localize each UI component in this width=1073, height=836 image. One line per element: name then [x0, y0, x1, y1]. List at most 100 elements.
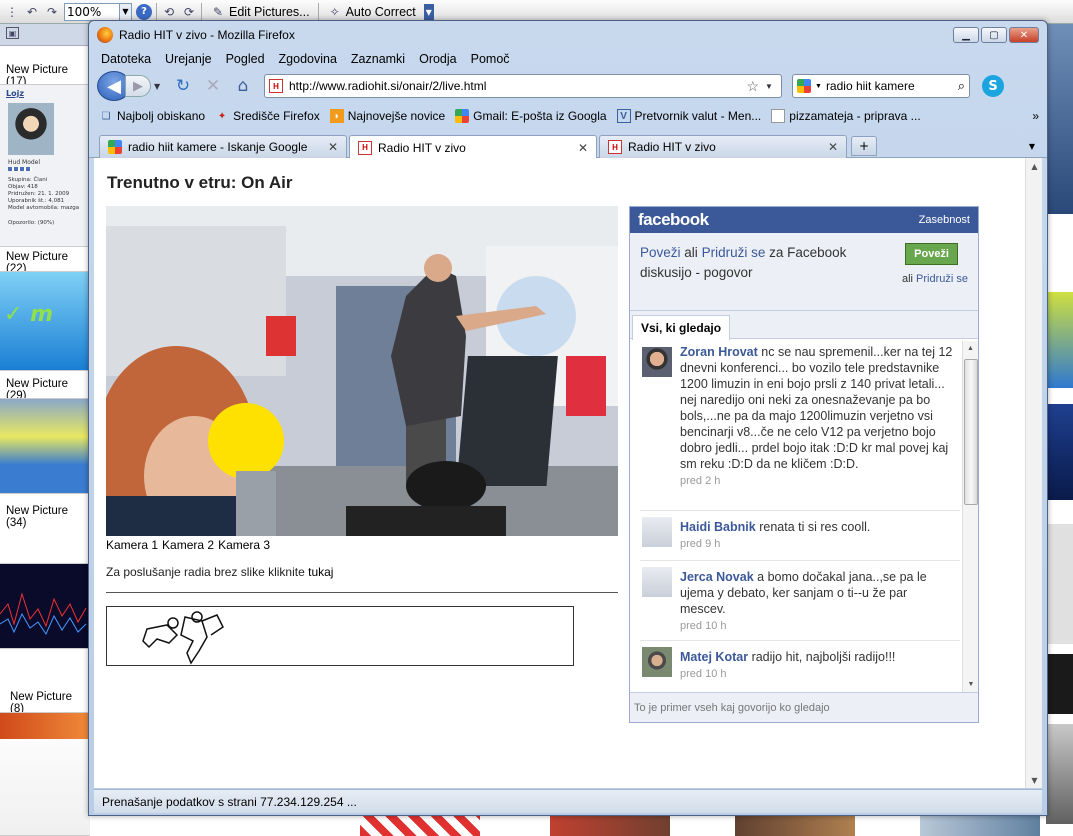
picture-thumbnail[interactable] [0, 712, 90, 836]
avatar[interactable] [642, 567, 672, 597]
url-bar[interactable]: H http://www.radiohit.si/onair/2/live.ht… [264, 74, 782, 98]
chevron-down-icon[interactable]: ▼ [120, 2, 132, 21]
edit-pictures-button[interactable]: ✎ Edit Pictures... [206, 2, 314, 22]
comment-author[interactable]: Jerca Novak [680, 570, 754, 584]
search-engine-dropdown-icon[interactable]: ▼ [815, 83, 822, 90]
home-icon[interactable]: ⌂ [230, 74, 256, 98]
url-text[interactable]: http://www.radiohit.si/onair/2/live.html [289, 79, 740, 93]
close-tab-icon[interactable]: ✕ [828, 140, 838, 154]
picture-thumbnail[interactable] [1046, 292, 1073, 388]
picture-thumbnail[interactable] [1046, 404, 1073, 500]
menu-file[interactable]: Datoteka [101, 52, 151, 66]
camera-2-link[interactable]: Kamera 2 [162, 538, 214, 552]
camera-1-link[interactable]: Kamera 1 [106, 538, 158, 552]
scrollbar-thumb[interactable] [964, 359, 978, 505]
avatar[interactable] [642, 647, 672, 677]
tab-radio-hit-active[interactable]: H Radio HIT v zivo ✕ [349, 135, 597, 159]
join-link[interactable]: Pridruži se [702, 245, 766, 260]
scroll-up-icon[interactable]: ▲ [963, 341, 978, 357]
google-icon[interactable] [797, 79, 811, 93]
camera-3-link[interactable]: Kamera 3 [218, 538, 270, 552]
maximize-button[interactable]: ▢ [981, 27, 1007, 43]
comment-author[interactable]: Haidi Babnik [680, 520, 756, 534]
scroll-down-icon[interactable]: ▼ [963, 677, 979, 693]
picture-thumbnail[interactable] [1046, 654, 1073, 714]
search-bar[interactable]: ▼ radio hiit kamere ⌕ [792, 74, 970, 98]
picture-thumbnail[interactable] [1046, 24, 1073, 214]
bookmark-gmail[interactable]: Gmail: E-pošta iz Googla [455, 109, 607, 123]
bookmark-star-icon[interactable]: ☆ [746, 78, 759, 95]
connect-button[interactable]: Poveži [905, 243, 958, 265]
picture-thumbnail[interactable] [1046, 724, 1073, 824]
minimize-button[interactable]: ▁ [953, 27, 979, 43]
skype-icon[interactable]: S [982, 75, 1004, 97]
scroll-up-icon[interactable]: ▲ [1026, 158, 1042, 174]
or-join-prefix: ali [901, 273, 913, 285]
picture-thumbnail[interactable] [550, 816, 670, 836]
forward-button[interactable]: ▶ [125, 75, 151, 97]
bookmarks-overflow-icon[interactable]: » [1032, 109, 1039, 123]
ad-banner[interactable] [106, 606, 574, 666]
comment-feed: Zoran Hrovat nc se nau spremenil...ker n… [630, 341, 978, 693]
live-camera-image[interactable] [106, 206, 618, 536]
rotate-left-icon[interactable]: ⟲ [161, 4, 177, 20]
stop-icon[interactable]: ✕ [200, 74, 226, 98]
search-input[interactable]: radio hiit kamere [826, 79, 954, 93]
auto-correct-button[interactable]: ✧ Auto Correct [323, 2, 420, 22]
bookmark-pizzamateja[interactable]: pizzamateja - priprava ... [771, 109, 921, 123]
menu-view[interactable]: Pogled [226, 52, 265, 66]
scroll-down-icon[interactable]: ▼ [1026, 772, 1042, 788]
tab-radio-hit[interactable]: H Radio HIT v zivo ✕ [599, 135, 847, 158]
picture-label[interactable]: New Picture (34) [6, 505, 89, 529]
connect-link[interactable]: Poveži [640, 245, 681, 260]
bookmark-latest-news[interactable]: ◗ Najnovejše novice [329, 109, 445, 123]
picture-thumbnail[interactable] [0, 398, 90, 494]
comment-body: Matej Kotar radijo hit, najboljši radijo… [680, 649, 956, 682]
close-window-button[interactable]: ✕ [1009, 27, 1039, 43]
history-dropdown-icon[interactable]: ▼ [154, 82, 166, 91]
tab-all-watching[interactable]: Vsi, ki gledajo [632, 315, 731, 340]
undo-icon[interactable]: ↶ [24, 4, 40, 20]
bookmark-firefox-hub[interactable]: ✦ Središče Firefox [215, 109, 320, 123]
search-icon[interactable]: ⌕ [958, 78, 969, 94]
menu-help[interactable]: Pomoč [471, 52, 510, 66]
close-tab-icon[interactable]: ✕ [328, 140, 338, 154]
redo-icon[interactable]: ↷ [44, 4, 60, 20]
listen-here-link[interactable]: tukaj [308, 565, 333, 579]
url-dropdown-icon[interactable]: ▼ [765, 82, 781, 91]
comment-scrollbar[interactable]: ▲ ▼ [962, 341, 978, 693]
tab-google-search[interactable]: radio hiit kamere - Iskanje Google ✕ [99, 135, 347, 158]
rotate-right-icon[interactable]: ⟳ [181, 4, 197, 20]
picture-thumbnail[interactable] [360, 816, 480, 836]
menu-bookmarks[interactable]: Zaznamki [351, 52, 405, 66]
picture-thumbnail[interactable] [1046, 524, 1073, 644]
tab-list-dropdown-icon[interactable]: ▼ [1023, 136, 1041, 156]
facebook-logo[interactable]: facebook [638, 210, 709, 230]
or-join-link[interactable]: Pridruži se [916, 273, 968, 285]
privacy-link[interactable]: Zasebnost [919, 214, 970, 226]
picture-thumbnail[interactable] [920, 816, 1040, 836]
close-tab-icon[interactable]: ✕ [578, 141, 588, 155]
toolbar-options-icon[interactable]: ▾ [423, 3, 434, 20]
menu-history[interactable]: Zgodovina [279, 52, 337, 66]
avatar[interactable] [642, 347, 672, 377]
bookmark-currency-converter[interactable]: V Pretvornik valut - Men... [616, 109, 761, 123]
avatar[interactable] [642, 517, 672, 547]
page-scrollbar[interactable]: ▲ ▼ [1025, 158, 1042, 788]
picture-thumbnail[interactable]: ✓ m [0, 271, 90, 371]
menu-tools[interactable]: Orodja [419, 52, 457, 66]
zoom-select[interactable]: 100% ▼ [64, 2, 132, 21]
help-icon[interactable]: ? [136, 3, 152, 20]
picture-thumbnail[interactable]: Lojz Hud Model Skupina: Člani Objav: 418… [0, 84, 90, 247]
comment-author[interactable]: Matej Kotar [680, 650, 748, 664]
title-bar[interactable]: Radio HIT v zivo - Mozilla Firefox ▁ ▢ ✕ [89, 21, 1047, 49]
menu-edit[interactable]: Urejanje [165, 52, 212, 66]
comment-author[interactable]: Zoran Hrovat [680, 345, 758, 359]
bookmark-most-visited[interactable]: ❏ Najbolj obiskano [99, 109, 206, 123]
new-tab-button[interactable]: + [851, 136, 877, 156]
picture-thumbnail[interactable] [735, 816, 855, 836]
thumbnail-view-icon[interactable]: ▣ [6, 27, 19, 39]
picture-thumbnail[interactable] [0, 563, 90, 649]
zoom-value[interactable]: 100% [64, 2, 120, 21]
reload-icon[interactable]: ↻ [170, 74, 196, 98]
